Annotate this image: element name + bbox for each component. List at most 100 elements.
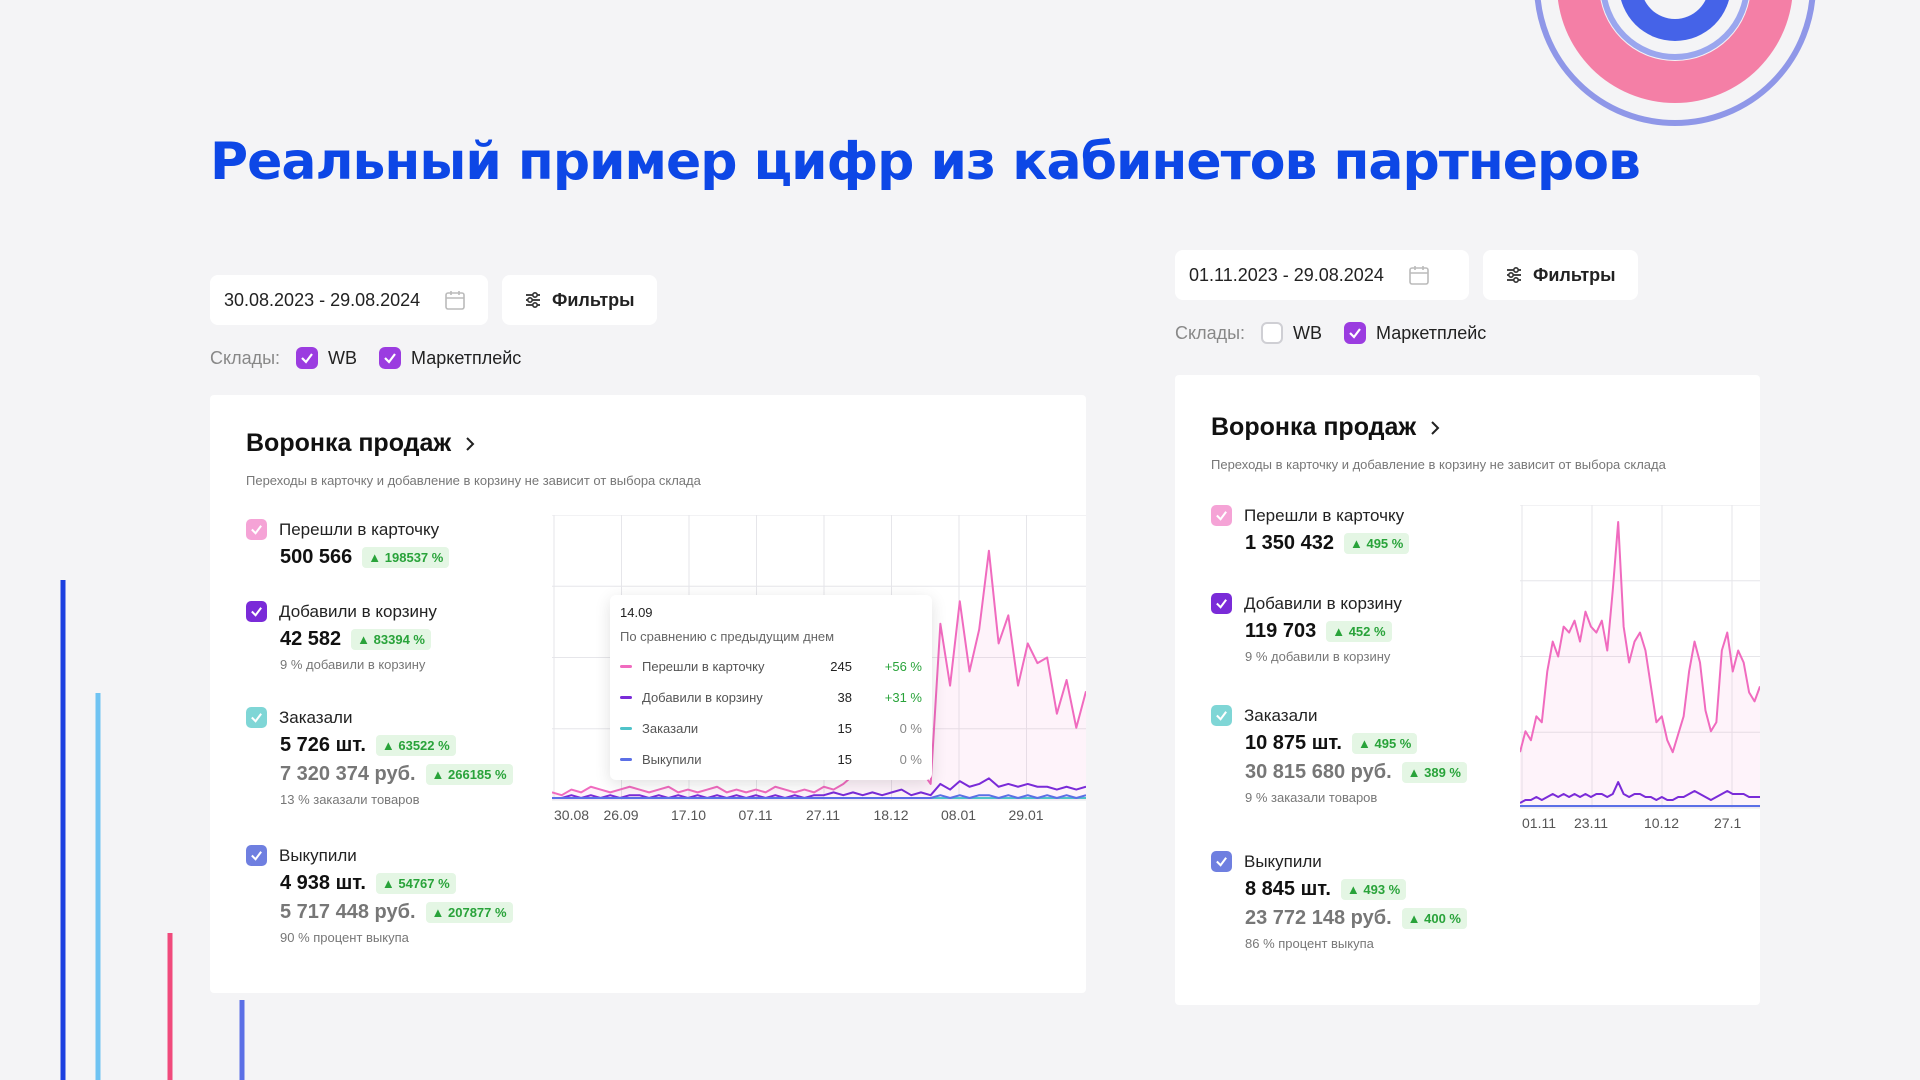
cart-checkbox[interactable] (246, 601, 267, 622)
card-title[interactable]: Воронка продаж (246, 429, 475, 458)
sales-funnel-card: Воронка продаж Переходы в карточку и доб… (210, 395, 1086, 993)
card-title-text: Воронка продаж (1211, 413, 1417, 441)
orders-value: 10 875 шт. (1245, 732, 1342, 754)
wb-label: WB (328, 347, 358, 368)
cart-note: 9 % добавили в корзину (280, 657, 426, 672)
calendar-icon (1409, 266, 1429, 285)
sliders-icon (1507, 266, 1521, 284)
chevron-right-icon (466, 436, 475, 451)
visits-checkbox[interactable] (246, 519, 267, 540)
check-icon (251, 607, 262, 617)
metric-orders: Заказали 10 875 шт. ▲ 495 % 30 815 680 ру… (1211, 705, 1467, 805)
marketplace-checkbox[interactable] (1344, 322, 1367, 344)
tooltip-row: Заказали 15 0 % (620, 720, 922, 737)
check-icon (384, 353, 396, 364)
check-icon (251, 851, 262, 861)
cart-value: 119 703 (1245, 620, 1317, 642)
check-icon (1349, 328, 1361, 339)
card-subtitle: Переходы в карточку и добавление в корзи… (1211, 457, 1666, 472)
date-range-value: 01.11.2023 - 29.08.2024 (1189, 264, 1384, 285)
date-range-field[interactable]: 01.11.2023 - 29.08.2024 (1175, 250, 1469, 300)
filters-button[interactable]: Фильтры (502, 275, 657, 325)
bought-label: Выкупили (279, 845, 357, 865)
tooltip-row: Добавили в корзину 38 +31 % (620, 689, 922, 706)
check-icon (1216, 711, 1227, 721)
cart-delta: ▲ 83394 % (351, 629, 431, 650)
x-tick-label: 27.11 (806, 807, 840, 823)
visits-value: 1 350 432 (1245, 532, 1334, 554)
left-dashboard: 30.08.2023 - 29.08.2024 Фильтры Склады: … (210, 275, 1086, 995)
check-icon (1216, 857, 1227, 867)
bought-delta: ▲ 493 % (1340, 879, 1407, 900)
sliders-icon (526, 291, 540, 309)
warehouses-label: Склады: (210, 347, 281, 368)
card-subtitle: Переходы в карточку и добавление в корзи… (246, 473, 701, 488)
tooltip-subtitle: По сравнению с предыдущим днем (620, 629, 835, 644)
card-title[interactable]: Воронка продаж (1211, 413, 1440, 442)
marketplace-checkbox[interactable] (379, 347, 402, 369)
visits-delta: ▲ 198537 % (362, 547, 450, 568)
visits-label: Перешли в карточку (1244, 505, 1405, 525)
orders-amount-delta: ▲ 389 % (1401, 762, 1467, 783)
wb-checkbox[interactable] (1261, 322, 1284, 344)
orders-note: 9 % заказали товаров (1245, 790, 1378, 805)
bought-checkbox[interactable] (246, 845, 267, 866)
wb-label: WB (1293, 322, 1323, 343)
check-icon (1216, 599, 1227, 609)
bought-value: 4 938 шт. (280, 872, 366, 894)
wb-checkbox[interactable] (296, 347, 319, 369)
orders-note: 13 % заказали товаров (280, 792, 420, 807)
metric-cart: Добавили в корзину 42 582 ▲ 83394 % 9 % д… (246, 601, 437, 672)
bought-label: Выкупили (1244, 851, 1322, 871)
left-toolbar: 30.08.2023 - 29.08.2024 Фильтры (210, 275, 657, 325)
orders-label: Заказали (279, 707, 353, 727)
metric-bought: Выкупили 8 845 шт. ▲ 493 % 23 772 148 руб… (1211, 851, 1467, 951)
visits-checkbox[interactable] (1211, 505, 1232, 526)
target-decoration (1534, 0, 1816, 126)
bought-amount: 5 717 448 руб. (280, 901, 416, 923)
calendar-icon (445, 291, 465, 310)
check-icon (1216, 511, 1227, 521)
marketplace-label: Маркетплейс (411, 347, 522, 368)
right-dashboard: 01.11.2023 - 29.08.2024 Фильтры Склады: … (1175, 250, 1760, 1005)
bought-amount: 23 772 148 руб. (1245, 907, 1392, 929)
date-range-field[interactable]: 30.08.2023 - 29.08.2024 (210, 275, 488, 325)
orders-amount: 30 815 680 руб. (1245, 761, 1392, 783)
cart-delta: ▲ 452 % (1326, 621, 1392, 642)
metric-bought: Выкупили 4 938 шт. ▲ 54767 % 5 717 448 ру… (246, 845, 513, 945)
metric-visits: Перешли в карточку 500 566 ▲ 198537 % (246, 519, 450, 569)
cart-label: Добавили в корзину (1244, 593, 1402, 613)
cart-value: 42 582 (280, 628, 342, 650)
x-tick-label: 26.09 (604, 807, 639, 823)
metric-visits: Перешли в карточку 1 350 432 ▲ 495 % (1211, 505, 1410, 555)
orders-checkbox[interactable] (246, 707, 267, 728)
date-range-value: 30.08.2023 - 29.08.2024 (224, 289, 421, 310)
visits-delta: ▲ 495 % (1343, 533, 1410, 554)
orders-checkbox[interactable] (1211, 705, 1232, 726)
warehouses-filter: Склады: WB Маркетплейс (210, 347, 533, 369)
filters-button[interactable]: Фильтры (1483, 250, 1638, 300)
filters-label: Фильтры (1533, 264, 1616, 285)
orders-label: Заказали (1244, 705, 1318, 725)
card-title-text: Воронка продаж (246, 429, 452, 457)
visits-label: Перешли в карточку (279, 519, 440, 539)
sales-funnel-card: Воронка продаж Переходы в карточку и доб… (1175, 375, 1760, 1005)
bought-delta: ▲ 54767 % (375, 873, 456, 894)
x-tick-label: 17.10 (671, 807, 706, 823)
x-tick-label: 23.11 (1574, 815, 1608, 831)
x-tick-label: 30.08 (554, 807, 589, 823)
chevron-right-icon (1431, 420, 1440, 435)
bought-amount-delta: ▲ 207877 % (425, 902, 513, 923)
funnel-chart-right[interactable]: 01.11 23.11 10.12 27.1 (1520, 505, 1760, 850)
orders-value: 5 726 шт. (280, 734, 366, 756)
slide-title: Реальный пример цифр из кабинетов партне… (210, 132, 1641, 192)
visits-value: 500 566 (280, 546, 353, 568)
x-tick-label: 18.12 (874, 807, 909, 823)
orders-amount-delta: ▲ 266185 % (425, 764, 513, 785)
tooltip-row: Перешли в карточку 245 +56 % (620, 658, 922, 675)
series-area (1520, 521, 1760, 808)
cart-note: 9 % добавили в корзину (1245, 649, 1391, 664)
right-toolbar: 01.11.2023 - 29.08.2024 Фильтры (1175, 250, 1638, 300)
cart-checkbox[interactable] (1211, 593, 1232, 614)
bought-checkbox[interactable] (1211, 851, 1232, 872)
